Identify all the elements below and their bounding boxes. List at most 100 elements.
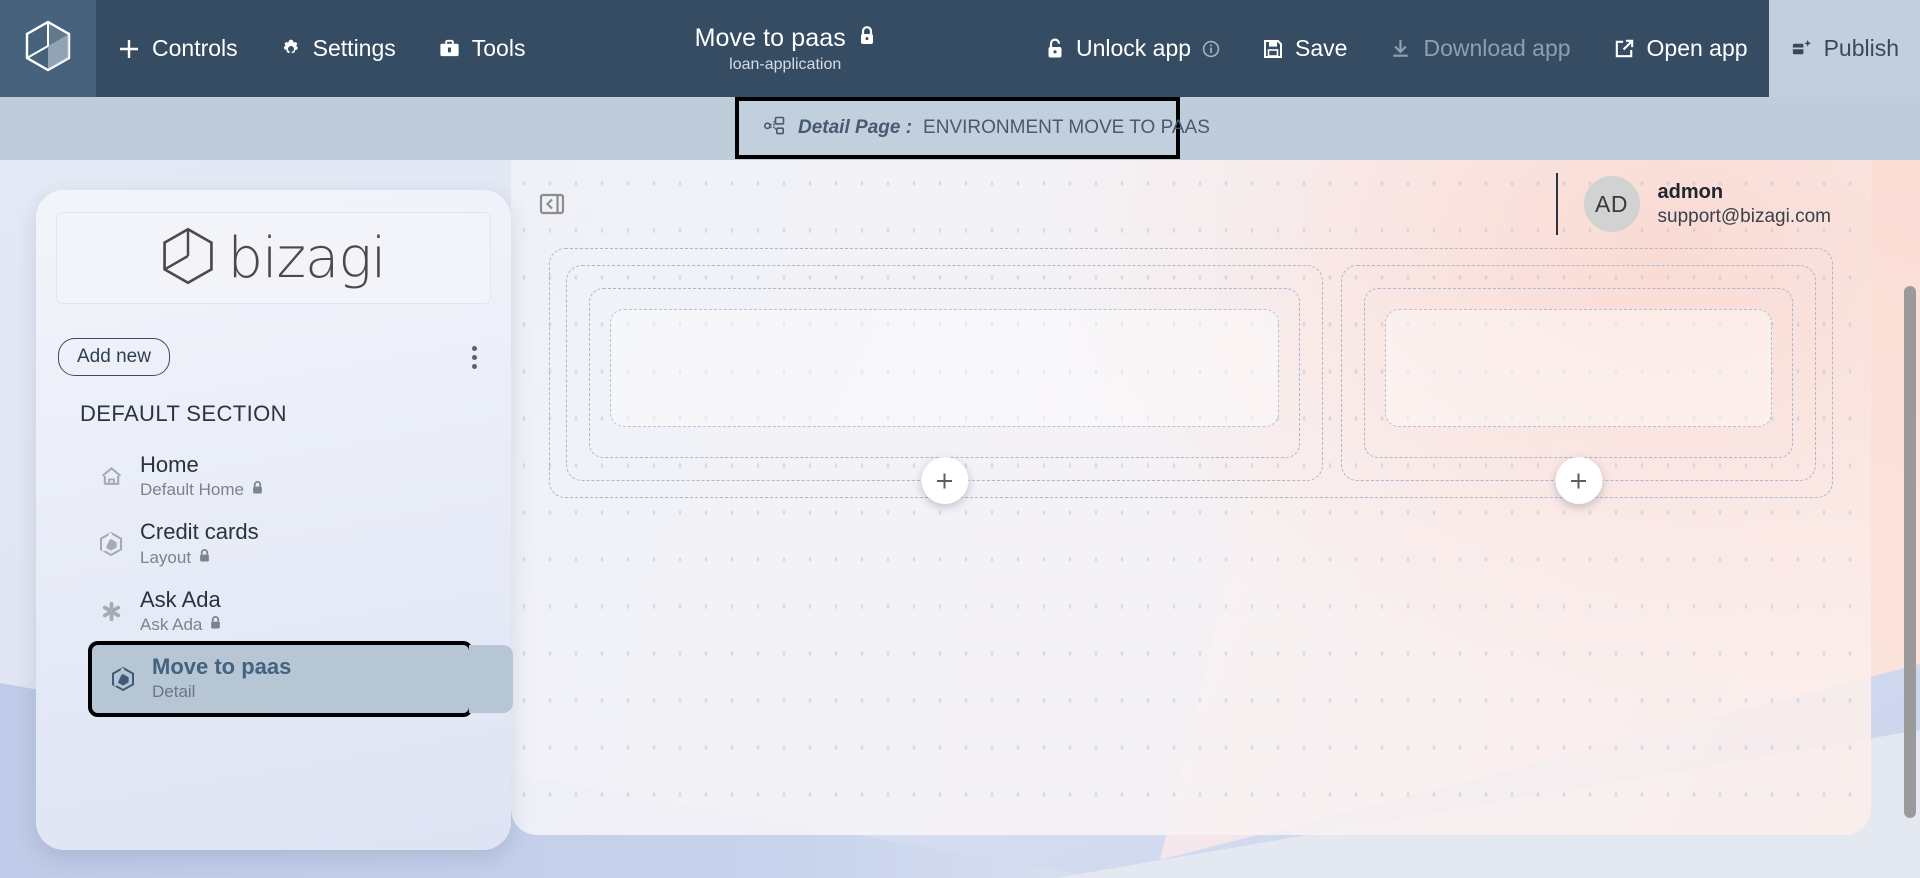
sidebar-item-text: Ask Ada Ask Ada [140, 587, 222, 636]
plus-icon [117, 37, 141, 61]
sidebar-item-title: Credit cards [140, 519, 259, 545]
sidebar-item-credit-cards[interactable]: Credit cards Layout [80, 510, 487, 577]
settings-button[interactable]: Settings [259, 0, 417, 97]
controls-button[interactable]: Controls [96, 0, 259, 97]
open-app-label: Open app [1646, 35, 1748, 61]
sidebar-item-text: Home Default Home [140, 452, 264, 501]
download-app-label: Download app [1423, 35, 1571, 61]
unlock-app-label: Unlock app [1075, 35, 1192, 61]
breadcrumb[interactable]: Detail Page : ENVIRONMENT MOVE TO PAAS [735, 97, 1210, 159]
info-circle-icon[interactable] [1202, 40, 1220, 58]
workspace: bizagi Add new DEFAULT SECTION Home Defa… [0, 160, 1920, 878]
selection-tail [469, 645, 513, 713]
canvas-scrollbar[interactable] [1904, 286, 1916, 834]
sidebar-item-subtitle: Default Home [140, 480, 244, 500]
app-subtitle: loan-application [729, 55, 842, 73]
bizagi-hex-logo-icon [25, 20, 71, 77]
toolbar-spacer-left [546, 0, 682, 97]
user-email: support@bizagi.com [1657, 205, 1831, 227]
plus-icon [937, 473, 953, 488]
floppy-disk-icon [1262, 38, 1284, 60]
app-title: Move to paas [694, 23, 846, 52]
lock-closed-icon [209, 614, 222, 636]
user-menu[interactable]: AD admon support@bizagi.com [1555, 173, 1831, 235]
left-inner-drop-zone[interactable] [589, 288, 1301, 458]
open-app-button[interactable]: Open app [1592, 0, 1769, 97]
save-label: Save [1295, 35, 1348, 61]
add-widget-right-button[interactable] [1555, 457, 1603, 504]
app-logo[interactable] [0, 0, 96, 97]
external-link-icon [1613, 37, 1636, 60]
sidebar-item-subtitle-row: Detail [152, 681, 291, 703]
app-title-block[interactable]: Move to paas loan-application [683, 0, 888, 97]
add-widget-left-button[interactable] [921, 457, 969, 504]
section-title: DEFAULT SECTION [80, 401, 287, 426]
right-drop-zone[interactable] [1341, 265, 1816, 504]
scrollbar-thumb[interactable] [1904, 286, 1916, 818]
app-title-row: Move to paas [695, 24, 876, 53]
toolbar-spacer-right [888, 0, 1024, 97]
navigation-list: Home Default Home Credit cards Layout As… [36, 443, 513, 717]
sidebar-item-text: Move to paas Detail [152, 654, 291, 703]
download-app-button[interactable]: Download app [1368, 0, 1591, 97]
tools-button[interactable]: Tools [417, 0, 547, 97]
kebab-menu-icon[interactable] [460, 340, 489, 375]
breadcrumb-value: ENVIRONMENT MOVE TO PAAS [923, 117, 1210, 138]
sidebar-item-home[interactable]: Home Default Home [80, 443, 487, 510]
sidebar-item-subtitle-row: Layout [140, 547, 259, 569]
sidebar-item-text: Credit cards Layout [140, 519, 259, 568]
bizagi-hex-logo-icon [162, 227, 214, 290]
download-icon [1389, 37, 1412, 60]
right-inner-drop-zone[interactable] [1364, 288, 1793, 458]
sidebar-item-title: Home [140, 452, 199, 477]
sidebar-item-title: Move to paas [152, 654, 292, 680]
sidebar-item-ask-ada[interactable]: Ask Ada Ask Ada [80, 578, 487, 645]
page-canvas: AD admon support@bizagi.com [511, 160, 1871, 835]
tools-label: Tools [471, 35, 526, 61]
plus-icon [1571, 473, 1587, 488]
home-icon [98, 464, 124, 489]
toolbox-icon [438, 37, 461, 60]
lock-closed-icon [251, 479, 264, 501]
breadcrumb-bar: Detail Page : ENVIRONMENT MOVE TO PAAS [0, 97, 1920, 160]
left-widget-slot[interactable] [610, 309, 1280, 427]
breadcrumb-label: Detail Page : [798, 117, 913, 138]
sidebar-item-move-to-paas[interactable]: Move to paas Detail [88, 641, 513, 717]
lock-closed-icon [858, 25, 876, 52]
asterisk-icon [98, 599, 124, 624]
save-button[interactable]: Save [1241, 0, 1368, 97]
detail-page-icon [763, 114, 787, 143]
controls-label: Controls [152, 35, 238, 61]
canvas-header: AD admon support@bizagi.com [511, 160, 1871, 248]
sidebar-item-title: Ask Ada [140, 586, 221, 612]
sidebar-item-subtitle: Layout [140, 547, 192, 567]
navigation-toolbar: Add new [58, 338, 489, 376]
hex-icon [98, 531, 124, 557]
user-info: admon support@bizagi.com [1658, 180, 1831, 229]
collapse-sidebar-icon[interactable] [539, 191, 565, 217]
left-drop-zone[interactable] [566, 265, 1324, 504]
right-widget-slot[interactable] [1385, 309, 1772, 427]
settings-label: Settings [312, 35, 396, 61]
lock-closed-icon [198, 547, 211, 569]
toolbar-right-group: Unlock app Save Download app Open app Pu… [1024, 0, 1920, 97]
avatar: AD [1583, 176, 1640, 232]
add-new-button[interactable]: Add new [58, 338, 170, 376]
hex-icon [110, 666, 136, 692]
user-name: admon [1657, 180, 1724, 203]
lock-open-icon [1045, 37, 1065, 61]
canvas-row-drop-zone[interactable] [549, 248, 1833, 504]
navigation-panel: bizagi Add new DEFAULT SECTION Home Defa… [36, 190, 513, 850]
brand-preview: bizagi [56, 212, 491, 304]
gear-icon [280, 38, 302, 60]
publish-button[interactable]: Publish [1768, 0, 1920, 97]
sidebar-item-subtitle-row: Ask Ada [140, 614, 222, 636]
brand-wordmark: bizagi [227, 225, 387, 291]
sidebar-item-subtitle: Ask Ada [140, 615, 203, 635]
sidebar-item-subtitle-row: Default Home [140, 479, 264, 501]
unlock-app-button[interactable]: Unlock app [1024, 0, 1241, 97]
top-toolbar: Controls Settings Tools Move to paas loa… [0, 0, 1920, 97]
sidebar-item-subtitle: Detail [152, 682, 196, 702]
publish-icon [1790, 37, 1813, 60]
toolbar-left-group: Controls Settings Tools [96, 0, 546, 97]
